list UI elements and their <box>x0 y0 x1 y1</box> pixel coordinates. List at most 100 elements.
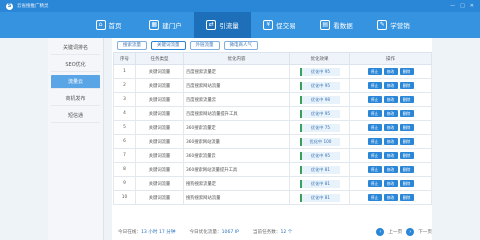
edit-button[interactable]: 修改 <box>383 82 398 89</box>
col-content-header: 优化内容 <box>183 52 290 65</box>
status-badge: 优化中 95 <box>299 67 340 76</box>
stop-button[interactable]: 停止 <box>367 138 382 145</box>
delete-button[interactable]: 删除 <box>399 82 414 89</box>
nav-label: 促交易 <box>276 22 296 30</box>
online-label: 今日在线： <box>118 230 141 235</box>
row-no: 6 <box>113 134 136 149</box>
tab-backlink-traffic[interactable]: 外链流量 <box>189 40 220 50</box>
prev-page-icon[interactable]: ‹ <box>376 228 385 236</box>
status-badge: 优化中 95 <box>299 81 340 90</box>
status-badge: 优化中 81 <box>299 179 340 188</box>
delete-button[interactable]: 删除 <box>399 166 414 173</box>
sidebar-item-seo[interactable]: SEO优化 <box>51 58 100 72</box>
row-no: 10 <box>113 190 136 205</box>
row-type: 关键词流量 <box>135 148 184 163</box>
row-effect: 优化中 95 <box>289 64 350 79</box>
row-type: 关键词流量 <box>135 106 184 121</box>
row-type: 关键词流量 <box>135 64 184 79</box>
tab-bar: 搜索流量 关键词流量 外链流量 微电商人气 <box>112 38 432 52</box>
stop-button[interactable]: 停止 <box>367 82 382 89</box>
edit-button[interactable]: 修改 <box>383 194 398 201</box>
tab-shop-popularity[interactable]: 微电商人气 <box>223 40 258 50</box>
row-effect: 优化中 81 <box>289 162 350 177</box>
main-panel: 搜索流量 关键词流量 外链流量 微电商人气 序号 任务类型 优化内容 优化效果 … <box>112 38 432 240</box>
close-icon[interactable]: ✕ <box>470 3 474 9</box>
edit-button[interactable]: 修改 <box>383 110 398 117</box>
stop-button[interactable]: 停止 <box>367 124 382 131</box>
stop-button[interactable]: 停止 <box>367 96 382 103</box>
minimize-icon[interactable]: — <box>450 3 455 9</box>
portal-icon: ▦ <box>149 20 160 30</box>
table-row: 8 关键词流量 360搜索网站流量提升工具 优化中 81 停止 修改 删除 <box>113 162 432 177</box>
nav-label: 引流量 <box>219 22 239 30</box>
delete-button[interactable]: 删除 <box>399 68 414 75</box>
traffic-value: 1067 IP <box>221 229 239 235</box>
sidebar-item-business-post[interactable]: 商机发布 <box>51 92 100 106</box>
tab-keyword-traffic[interactable]: 关键词流量 <box>151 40 186 50</box>
online-value: 13 小时 17 分钟 <box>140 230 176 235</box>
edit-button[interactable]: 修改 <box>383 152 398 159</box>
stop-button[interactable]: 停止 <box>367 152 382 159</box>
edit-button[interactable]: 修改 <box>383 180 398 187</box>
app-logo-icon: S <box>6 2 13 10</box>
row-content: 百度搜索流量定 <box>183 64 290 79</box>
row-effect: 优化中 75 <box>289 120 350 135</box>
nav-trade[interactable]: ¥ 促交易 <box>251 12 308 38</box>
edit-button[interactable]: 修改 <box>383 124 398 131</box>
status-badge: 优化中 75 <box>299 123 340 132</box>
col-actions-header: 操作 <box>349 52 432 65</box>
nav-traffic[interactable]: ⇄ 引流量 <box>194 12 251 38</box>
edit-button[interactable]: 修改 <box>383 138 398 145</box>
status-footer: 今日在线： 13 小时 17 分钟 今日优化流量： 1067 IP 当前任务数：… <box>112 224 432 240</box>
row-type: 关键词流量 <box>135 92 184 107</box>
delete-button[interactable]: 删除 <box>399 124 414 131</box>
data-icon: ▤ <box>320 20 331 30</box>
row-type: 关键词流量 <box>135 134 184 149</box>
stop-button[interactable]: 停止 <box>367 194 382 201</box>
table-row: 6 关键词流量 360搜索网站流量 优化中 100 停止 修改 删除 <box>113 134 432 149</box>
nav-portal[interactable]: ▦ 建门户 <box>137 12 194 38</box>
sidebar: 关键词排名 SEO优化 流量云 商机发布 短信通 <box>48 38 104 240</box>
prev-page-link[interactable]: 上一页 <box>388 229 402 235</box>
row-content: 360搜索网站流量提升工具 <box>183 162 290 177</box>
row-no: 5 <box>113 120 136 135</box>
sidebar-item-traffic-cloud[interactable]: 流量云 <box>51 75 100 89</box>
stop-button[interactable]: 停止 <box>367 180 382 187</box>
delete-button[interactable]: 删除 <box>399 96 414 103</box>
table-row: 4 关键词流量 百度搜索网站流量提升工具 优化中 95 停止 修改 删除 <box>113 106 432 121</box>
row-type: 关键词流量 <box>135 120 184 135</box>
row-content: 360搜索流量定 <box>183 120 290 135</box>
edit-button[interactable]: 修改 <box>383 96 398 103</box>
app-title: 云省搜推广精灵 <box>17 4 49 9</box>
delete-button[interactable]: 删除 <box>399 194 414 201</box>
sidebar-item-keyword-rank[interactable]: 关键词排名 <box>51 41 100 55</box>
maximize-icon[interactable]: □ <box>460 3 465 9</box>
table-row: 5 关键词流量 360搜索流量定 优化中 75 停止 修改 删除 <box>113 120 432 135</box>
window-controls: — □ ✕ <box>450 3 474 9</box>
nav-data[interactable]: ▤ 看数据 <box>308 12 365 38</box>
row-actions: 停止 修改 删除 <box>349 64 432 79</box>
sidebar-item-sms[interactable]: 短信通 <box>51 109 100 123</box>
row-content: 搜狗搜索流量定 <box>183 176 290 191</box>
stop-button[interactable]: 停止 <box>367 110 382 117</box>
edit-button[interactable]: 修改 <box>383 68 398 75</box>
stop-button[interactable]: 停止 <box>367 68 382 75</box>
nav-home[interactable]: ⌂ 首页 <box>80 12 137 38</box>
tasks-label: 当前任务数： <box>252 230 281 235</box>
row-no: 3 <box>113 92 136 107</box>
next-page-link[interactable]: 下一页 <box>418 229 432 235</box>
row-actions: 停止 修改 删除 <box>349 148 432 163</box>
delete-button[interactable]: 删除 <box>399 152 414 159</box>
delete-button[interactable]: 删除 <box>399 110 414 117</box>
delete-button[interactable]: 删除 <box>399 138 414 145</box>
next-page-icon[interactable]: › <box>406 228 415 236</box>
stop-button[interactable]: 停止 <box>367 166 382 173</box>
row-type: 关键词流量 <box>135 162 184 177</box>
delete-button[interactable]: 删除 <box>399 180 414 187</box>
tab-search-traffic[interactable]: 搜索流量 <box>117 40 147 50</box>
nav-label: 学营销 <box>390 22 410 30</box>
nav-learn[interactable]: ✎ 学营销 <box>365 12 422 38</box>
main-nav: ⌂ 首页 ▦ 建门户 ⇄ 引流量 ¥ 促交易 ▤ 看数据 ✎ 学营销 <box>0 12 480 38</box>
row-type: 关键词流量 <box>135 78 184 93</box>
edit-button[interactable]: 修改 <box>383 166 398 173</box>
